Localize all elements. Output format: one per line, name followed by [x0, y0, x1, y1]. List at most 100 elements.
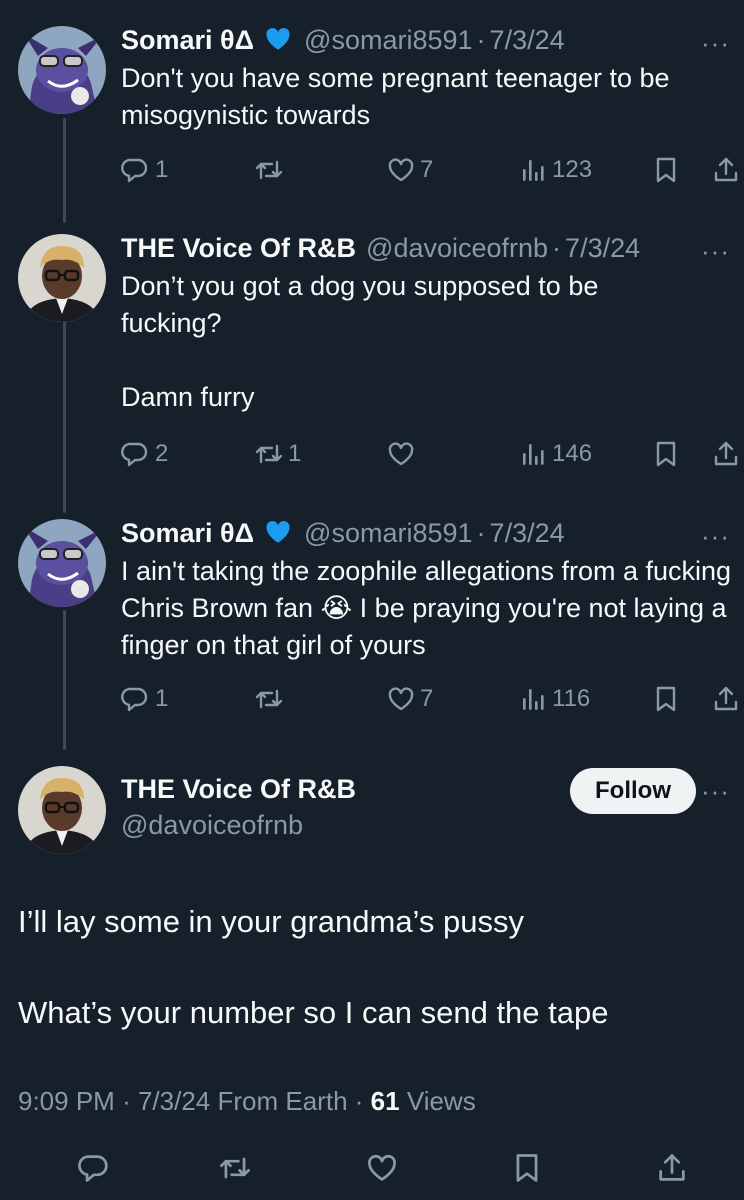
reply-count: 1: [155, 156, 169, 183]
reply-button[interactable]: 1: [121, 152, 168, 188]
tweet-header: Somari θΔ @somari8591 · 7/3/24: [121, 22, 565, 58]
like-button[interactable]: 7: [386, 681, 433, 717]
tweet-text: Don't you have some pregnant teenager to…: [121, 60, 721, 134]
reply-icon: [78, 1155, 108, 1182]
separator: ·: [476, 24, 486, 55]
tweet-text-line: Don't you have some pregnant teenager to…: [121, 63, 670, 130]
views-button[interactable]: 116: [518, 681, 590, 717]
separator: ·: [552, 232, 562, 263]
more-icon[interactable]: ···: [701, 521, 730, 552]
tweet-time[interactable]: 9:09 PM: [18, 1086, 115, 1116]
share-icon: [714, 441, 738, 466]
author-handle[interactable]: @davoiceofrnb: [366, 233, 548, 264]
separator: ·: [354, 1086, 364, 1116]
main-tweet-text: I’ll lay some in your grandma’s pussy: [18, 904, 524, 939]
verified-heart-icon: [266, 521, 290, 543]
tweet[interactable]: Somari θΔ @somari8591 · 7/3/24 ··· I ain…: [0, 515, 744, 725]
bookmark-icon: [656, 157, 676, 183]
bookmark-button[interactable]: [651, 436, 681, 472]
reply-icon: [121, 442, 148, 467]
reply-button[interactable]: 1: [121, 681, 168, 717]
views-button[interactable]: 146: [518, 436, 592, 472]
like-count: 7: [420, 156, 434, 183]
author-name[interactable]: Somari θΔ: [121, 518, 254, 549]
like-icon: [388, 687, 414, 711]
action-bar: 1 7 123: [121, 152, 744, 188]
action-bar: 1 7 116: [121, 681, 744, 717]
share-button[interactable]: [711, 436, 741, 472]
crying-emoji: 😭: [320, 593, 353, 623]
bookmark-button[interactable]: [651, 152, 681, 188]
bookmark-icon: [656, 441, 676, 467]
like-icon: [388, 442, 414, 466]
retweet-button[interactable]: [254, 681, 288, 717]
view-count: 116: [552, 685, 591, 712]
author-name[interactable]: Somari θΔ: [121, 25, 254, 56]
views-icon: [523, 160, 544, 181]
reply-button[interactable]: [78, 1150, 112, 1186]
retweet-button[interactable]: 1: [254, 436, 301, 472]
tweet-date[interactable]: 7/3/24: [138, 1086, 210, 1116]
share-button[interactable]: [711, 681, 741, 717]
like-button[interactable]: 7: [386, 152, 433, 188]
retweet-count: 1: [288, 440, 302, 467]
share-icon: [659, 1154, 685, 1181]
tweet-date[interactable]: 7/3/24: [490, 518, 565, 549]
views-icon: [523, 689, 544, 710]
author-handle[interactable]: @somari8591: [304, 25, 473, 56]
avatar[interactable]: [18, 519, 106, 607]
views-icon: [523, 444, 544, 465]
tweet-text: I ain't taking the zoophile allegations …: [121, 553, 733, 664]
main-author-handle[interactable]: @davoiceofrnb: [121, 810, 303, 841]
tweet-source: From Earth: [217, 1086, 348, 1116]
more-icon[interactable]: ···: [701, 28, 730, 59]
views-button[interactable]: 123: [518, 152, 592, 188]
tweet-header: THE Voice Of R&B @davoiceofrnb · 7/3/24: [121, 230, 640, 266]
view-count: 146: [552, 440, 593, 467]
avatar[interactable]: [18, 26, 106, 114]
retweet-icon: [255, 160, 283, 180]
retweet-button[interactable]: [218, 1150, 252, 1186]
share-icon: [714, 686, 738, 711]
views-label: Views: [406, 1086, 476, 1116]
retweet-button[interactable]: [254, 152, 288, 188]
more-icon[interactable]: ···: [701, 776, 730, 807]
verified-heart-icon: [266, 28, 290, 50]
tweet-text-line: Damn furry: [121, 382, 255, 412]
retweet-icon: [255, 444, 283, 464]
separator: ·: [122, 1086, 131, 1116]
tweet-date[interactable]: 7/3/24: [565, 233, 640, 264]
like-count: 7: [420, 685, 434, 712]
main-author-name[interactable]: THE Voice Of R&B: [121, 774, 356, 805]
tweet-text: Don’t you got a dog you supposed to be f…: [121, 268, 661, 416]
author-name[interactable]: THE Voice Of R&B: [121, 233, 356, 264]
like-icon: [368, 1154, 396, 1181]
like-icon: [388, 158, 414, 182]
bookmark-icon: [516, 1154, 538, 1182]
reply-count: 1: [155, 685, 169, 712]
reply-button[interactable]: 2: [121, 436, 168, 472]
share-button[interactable]: [655, 1150, 689, 1186]
avatar[interactable]: [18, 234, 106, 322]
retweet-icon: [220, 1157, 250, 1179]
main-tweet-text: What’s your number so I can send the tap…: [18, 995, 609, 1030]
bookmark-button[interactable]: [510, 1150, 544, 1186]
tweet-header: Somari θΔ @somari8591 · 7/3/24: [121, 515, 565, 551]
tweet[interactable]: THE Voice Of R&B @davoiceofrnb · 7/3/24 …: [0, 230, 744, 480]
author-handle[interactable]: @somari8591: [304, 518, 473, 549]
reply-count: 2: [155, 440, 169, 467]
more-icon[interactable]: ···: [701, 236, 730, 267]
bookmark-button[interactable]: [651, 681, 681, 717]
tweet[interactable]: Somari θΔ @somari8591 · 7/3/24 ··· Don't…: [0, 22, 744, 192]
reply-icon: [121, 687, 148, 712]
tweet-date[interactable]: 7/3/24: [490, 25, 565, 56]
like-button[interactable]: [365, 1150, 399, 1186]
share-button[interactable]: [711, 152, 741, 188]
separator: ·: [476, 517, 486, 548]
avatar[interactable]: [18, 766, 106, 854]
like-button[interactable]: [386, 436, 420, 472]
action-bar: 2 1 146: [121, 436, 744, 472]
reply-icon: [121, 158, 148, 183]
follow-button[interactable]: Follow: [570, 768, 696, 814]
tweet-meta: 9:09 PM · 7/3/24 From Earth · 61 Views: [18, 1086, 476, 1117]
